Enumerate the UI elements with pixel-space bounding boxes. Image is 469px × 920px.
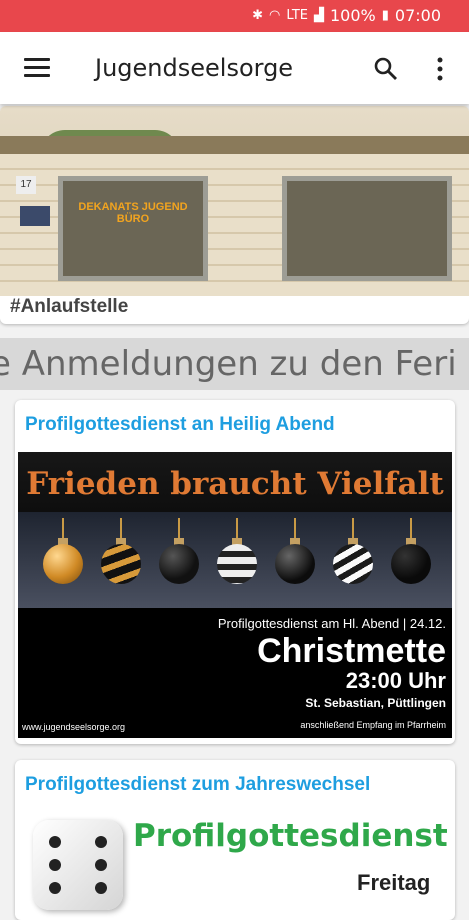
poster-day: Freitag	[357, 870, 431, 895]
status-bar: ✱ ◠ LTE ▟ 100% ▮ 07:00	[0, 0, 469, 32]
office-photo: 17 DEKANATS JUGEND BÜRO	[0, 106, 469, 296]
ornament	[217, 544, 257, 584]
clock: 07:00	[394, 6, 441, 25]
signal-icon: ▟	[313, 8, 324, 23]
poster-headline: Frieden braucht Vielfalt	[26, 466, 444, 502]
event-card[interactable]: Profilgottesdienst zum Jahreswechsel Pro…	[15, 760, 455, 920]
ornament	[333, 544, 373, 584]
poster-time: 23:00 Uhr	[345, 668, 446, 693]
wifi-icon: ◠	[269, 8, 281, 23]
app-bar: Jugendseelsorge	[0, 32, 469, 104]
event-title: Profilgottesdienst an Heilig Abend	[25, 414, 335, 435]
bluetooth-icon: ✱	[252, 8, 264, 23]
ornament	[391, 544, 431, 584]
hero-caption: #Anlaufstelle	[10, 296, 129, 317]
poster-location: St. Sebastian, Püttlingen	[305, 696, 446, 710]
more-options-icon[interactable]	[432, 56, 448, 82]
poster-event-name: Christmette	[257, 632, 446, 670]
poster-subline: Profilgottesdienst am Hl. Abend | 24.12.	[217, 616, 446, 631]
poster-headline: Profilgottesdienst	[133, 818, 448, 854]
battery-percent: 100%	[329, 6, 376, 25]
anlaufstelle-card[interactable]: 17 DEKANATS JUGEND BÜRO #Anlaufstelle	[0, 106, 469, 324]
page-title: Jugendseelsorge	[95, 54, 294, 82]
ornament	[159, 544, 199, 584]
ticker-text: e Anmeldungen zu den Feri	[0, 344, 457, 384]
poster-footer: anschließend Empfang im Pfarrheim	[300, 720, 446, 730]
event-card[interactable]: Profilgottesdienst an Heilig Abend Fried…	[15, 400, 455, 744]
search-icon[interactable]	[373, 56, 399, 82]
event-poster: Frieden braucht Vielfalt Profilgottesdie…	[18, 452, 452, 738]
event-title: Profilgottesdienst zum Jahreswechsel	[25, 774, 371, 795]
poster-website: www.jugendseelsorge.org	[22, 722, 126, 732]
ornament	[43, 544, 83, 584]
ornament	[275, 544, 315, 584]
news-ticker[interactable]: e Anmeldungen zu den Feri	[0, 338, 469, 390]
dice-image	[33, 820, 123, 910]
sign-text: DEKANATS JUGEND BÜRO	[78, 201, 188, 225]
ornament	[101, 544, 141, 584]
battery-icon: ▮	[381, 8, 389, 23]
lte-label: LTE	[286, 8, 308, 23]
menu-icon[interactable]	[24, 58, 50, 78]
